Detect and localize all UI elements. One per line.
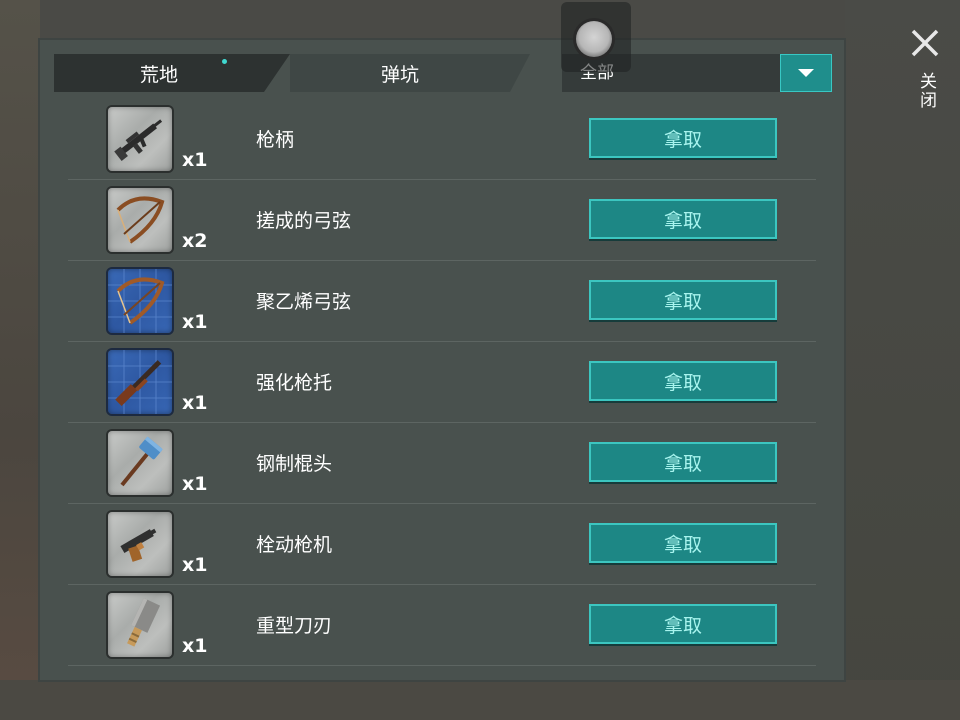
tab-wasteland-label: 荒地 <box>139 63 178 86</box>
item-name: 重型刀刃 <box>256 615 333 637</box>
tab-crater[interactable]: 弹坑 <box>290 54 530 92</box>
list-item: x2 搓成的弓弦 拿取 <box>68 180 816 261</box>
item-slot[interactable] <box>108 188 172 252</box>
list-item: x1 钢制棍头 拿取 <box>68 423 816 504</box>
bow-icon <box>116 196 165 244</box>
item-quantity: x1 <box>182 473 208 495</box>
item-quantity: x1 <box>182 392 208 414</box>
shotgun-blueprint-icon <box>108 350 172 414</box>
item-quantity: x1 <box>182 635 208 657</box>
item-slot[interactable] <box>108 269 172 333</box>
list-item: x1 强化枪托 拿取 <box>68 342 816 423</box>
item-name: 强化枪托 <box>256 372 333 394</box>
take-button[interactable]: 拿取 <box>589 523 777 563</box>
assault-rifle-icon <box>114 119 163 161</box>
item-name: 栓动枪机 <box>256 534 333 556</box>
bow-blueprint-icon <box>108 269 172 333</box>
item-quantity: x1 <box>182 311 208 333</box>
close-label[interactable]: 关闭 <box>914 72 939 110</box>
take-button[interactable]: 拿取 <box>589 199 777 239</box>
take-button[interactable]: 拿取 <box>589 442 777 482</box>
take-button[interactable]: 拿取 <box>589 118 777 158</box>
item-quantity: x1 <box>182 149 208 171</box>
background-bottom <box>0 680 960 720</box>
loot-list: x1 枪柄 拿取 x2 搓成的弓弦 拿取 x1 聚乙烯弓弦 拿取 x1 强化枪托… <box>68 99 816 666</box>
tab-crater-label: 弹坑 <box>380 63 419 86</box>
list-item: x1 聚乙烯弓弦 拿取 <box>68 261 816 342</box>
joystick-overlay[interactable] <box>561 2 631 72</box>
item-quantity: x1 <box>182 554 208 576</box>
take-button[interactable]: 拿取 <box>589 280 777 320</box>
item-slot[interactable] <box>108 107 172 171</box>
chevron-down-icon <box>798 69 814 77</box>
list-item: x1 重型刀刃 拿取 <box>68 585 816 666</box>
item-name: 枪柄 <box>256 129 295 151</box>
item-quantity: x2 <box>182 230 208 252</box>
dropdown-toggle-button[interactable] <box>780 54 832 92</box>
take-button[interactable]: 拿取 <box>589 361 777 401</box>
close-button[interactable] <box>908 26 942 60</box>
item-slot[interactable] <box>108 350 172 414</box>
item-name: 搓成的弓弦 <box>256 210 352 232</box>
close-icon <box>911 29 939 57</box>
tab-wasteland[interactable]: 荒地 <box>54 54 290 92</box>
joystick-knob[interactable] <box>576 21 612 57</box>
list-item: x1 栓动枪机 拿取 <box>68 504 816 585</box>
item-slot[interactable] <box>108 512 172 576</box>
item-name: 钢制棍头 <box>256 453 333 475</box>
background-right <box>845 0 960 720</box>
item-name: 聚乙烯弓弦 <box>256 291 352 313</box>
hammer-icon <box>120 436 163 487</box>
pistol-icon <box>120 528 157 562</box>
take-button[interactable]: 拿取 <box>589 604 777 644</box>
item-slot[interactable] <box>108 431 172 495</box>
cleaver-icon <box>127 598 161 647</box>
list-item: x1 枪柄 拿取 <box>68 99 816 180</box>
background-left <box>0 0 40 720</box>
item-slot[interactable] <box>108 593 172 657</box>
new-indicator-dot <box>222 59 227 64</box>
tab-bar: 荒地 弹坑 全部 <box>54 54 832 92</box>
